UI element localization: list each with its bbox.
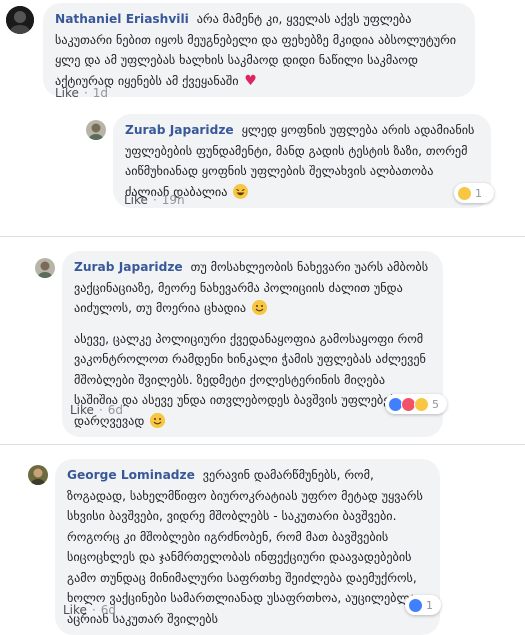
comment-time[interactable]: 1d <box>93 86 108 100</box>
avatar-image <box>6 6 34 34</box>
comment-actions: Like · 6d <box>63 603 117 617</box>
smiley-emoji-icon <box>150 412 166 428</box>
haha-reaction-icon <box>457 185 472 201</box>
comment-bubble: Nathaniel Eriashvili არა მამენტ კი, ყველ… <box>43 3 475 97</box>
comment-author[interactable]: Nathaniel Eriashvili <box>55 12 189 26</box>
reaction-summary[interactable]: 5 <box>385 394 447 414</box>
comment-george: George Lominadze ვერავინ დამარწმუნებს, რ… <box>0 455 525 635</box>
avatar-image <box>86 120 106 140</box>
avatar-image <box>28 465 48 485</box>
haha-reaction-icon <box>414 396 429 412</box>
avatar[interactable] <box>28 465 48 485</box>
avatar[interactable] <box>35 258 55 278</box>
reaction-count: 5 <box>432 397 439 411</box>
like-reaction-icon <box>408 597 423 613</box>
comment-text-2: ასევე, ცალკე პოლიციური ქვედანაყოფია გამო… <box>74 331 426 428</box>
comment-time[interactable]: 6d <box>108 403 123 417</box>
reaction-count: 1 <box>475 186 482 200</box>
comment-zurab-reply: Zurab Japaridze ყლედ ყოფნის უფლება არის … <box>0 110 525 215</box>
section-divider <box>0 444 525 445</box>
comment-text: ვერავინ დამარწმუნებს, რომ, ზოგადად, სახე… <box>67 468 426 626</box>
comment-author[interactable]: Zurab Japaridze <box>125 123 234 137</box>
comment-paragraph: ასევე, ცალკე პოლიციური ქვედანაყოფია გამო… <box>74 329 431 432</box>
comment-time[interactable]: 6d <box>101 603 116 617</box>
like-button[interactable]: Like <box>55 86 79 100</box>
smiley-emoji-icon <box>251 300 267 315</box>
reaction-summary[interactable]: 1 <box>405 595 441 615</box>
avatar[interactable] <box>86 120 106 140</box>
comment-time[interactable]: 19h <box>162 193 185 207</box>
comment-actions: Like · 6d <box>70 403 124 417</box>
like-button[interactable]: Like <box>124 193 148 207</box>
comment-actions: Like · 19h <box>124 193 185 207</box>
comment-nathaniel: Nathaniel Eriashvili არა მამენტ კი, ყველ… <box>0 0 525 110</box>
section-divider <box>0 236 525 237</box>
comment-actions: Like · 1d <box>55 86 109 100</box>
avatar-image <box>35 258 55 278</box>
like-button[interactable]: Like <box>63 603 87 617</box>
comment-zurab: Zurab Japaridze თუ მოსახლეობის ნახევარი … <box>0 245 525 437</box>
like-button[interactable]: Like <box>70 403 94 417</box>
reaction-count: 1 <box>426 598 433 612</box>
reaction-summary[interactable]: 1 <box>454 183 494 203</box>
comment-author[interactable]: George Lominadze <box>67 468 195 482</box>
comment-author[interactable]: Zurab Japaridze <box>74 260 183 274</box>
avatar[interactable] <box>6 6 34 34</box>
heart-icon: ♥ <box>244 72 257 89</box>
laughing-emoji-icon <box>233 183 249 199</box>
